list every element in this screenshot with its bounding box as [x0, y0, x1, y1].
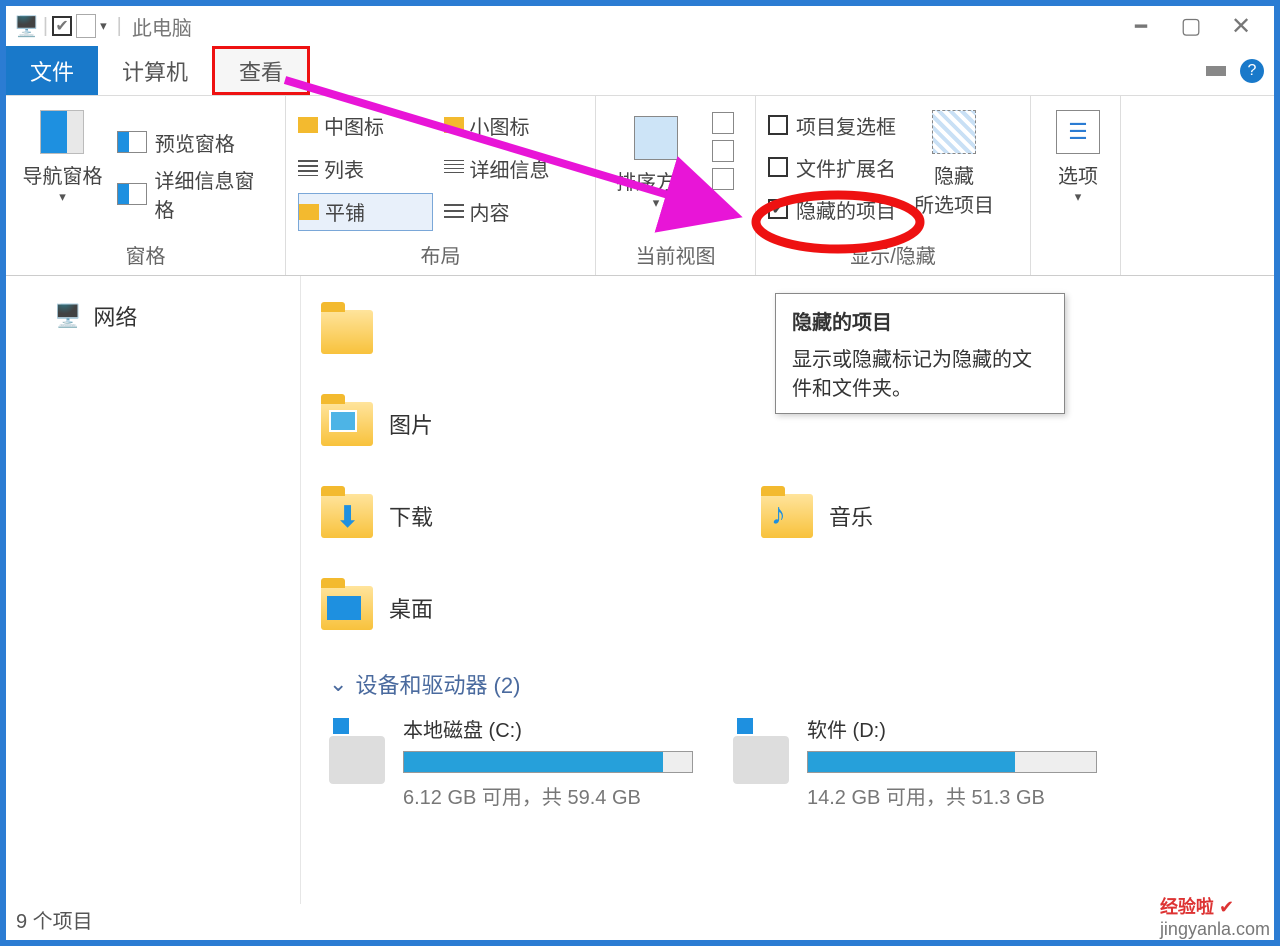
drive-label: 软件 (D:): [807, 714, 1097, 743]
drive-usage-bar: [403, 751, 693, 773]
title-bar: 🖥️ | ✔ ▾ | 此电脑 ━ ▢ ✕: [6, 6, 1274, 46]
drive-free-text: 6.12 GB 可用，共 59.4 GB: [403, 781, 693, 810]
layout-medium-icons[interactable]: 中图标: [298, 106, 433, 144]
list-icon: [298, 160, 318, 176]
small-icons-icon: [444, 117, 464, 133]
layout-tiles[interactable]: 平铺: [298, 193, 433, 231]
details-icon: [444, 160, 464, 176]
hide-selected-button[interactable]: 隐藏 所选项目: [906, 102, 1002, 234]
sort-by-button[interactable]: 排序方式▾: [608, 108, 704, 234]
watermark: 经验啦 ✔ jingyanla.com: [1160, 893, 1270, 940]
currentview-group-label: 当前视图: [608, 234, 743, 275]
folder-desktop[interactable]: 桌面: [321, 562, 761, 654]
tab-view[interactable]: 查看: [212, 46, 310, 95]
group-by-icon[interactable]: [712, 112, 734, 134]
ribbon: 导航窗格▾ 预览窗格 详细信息窗格 窗格 中图标 小图标 列表 详细信息 平铺 …: [6, 96, 1274, 276]
help-icon[interactable]: ?: [1240, 59, 1264, 83]
folder-icon: ♪: [761, 494, 813, 538]
drive-icon: [733, 736, 789, 784]
folder-icon: [321, 586, 373, 630]
folder-pictures[interactable]: 图片: [321, 378, 761, 470]
file-extensions-toggle[interactable]: 文件扩展名: [768, 148, 896, 186]
folder-icon: [321, 310, 373, 354]
ribbon-tabs: 文件 计算机 查看 ?: [6, 46, 1274, 96]
sort-icon: [634, 116, 678, 160]
drive-label: 本地磁盘 (C:): [403, 714, 693, 743]
tooltip-hidden-items: 隐藏的项目 显示或隐藏标记为隐藏的文件和文件夹。: [775, 293, 1065, 414]
hidden-items-toggle[interactable]: ✔隐藏的项目: [768, 190, 896, 228]
drive-icon: [329, 736, 385, 784]
options-icon: ☰: [1056, 110, 1100, 154]
size-columns-icon[interactable]: [712, 168, 734, 190]
window-title: 此电脑: [132, 12, 192, 41]
layout-small-icons[interactable]: 小图标: [444, 106, 579, 144]
details-pane-button[interactable]: 详细信息窗格: [117, 175, 273, 213]
drive-free-text: 14.2 GB 可用，共 51.3 GB: [807, 781, 1097, 810]
minimize-button[interactable]: ━: [1116, 6, 1166, 46]
folder-icon: ⬇: [321, 494, 373, 538]
item-checkboxes-toggle[interactable]: 项目复选框: [768, 106, 896, 144]
folder-downloads[interactable]: ⬇下载: [321, 470, 761, 562]
layout-group-label: 布局: [298, 234, 583, 275]
checkbox-icon: [768, 157, 788, 177]
hide-icon: [932, 110, 976, 154]
checkbox-checked-icon: ✔: [768, 199, 788, 219]
navigation-pane-icon: [40, 110, 84, 154]
pc-icon: 🖥️: [14, 14, 39, 39]
tab-file[interactable]: 文件: [6, 46, 98, 95]
medium-icons-icon: [298, 117, 318, 133]
tiles-icon: [299, 204, 319, 220]
folder-music[interactable]: ♪音乐: [761, 470, 1201, 562]
content-icon: [444, 204, 464, 220]
devices-section-header[interactable]: ⌄ 设备和驱动器 (2): [329, 668, 1254, 700]
network-icon: 🖥️: [54, 303, 81, 329]
folder-item[interactable]: [321, 286, 761, 378]
options-button[interactable]: ☰ 选项▾: [1043, 102, 1113, 205]
layout-list[interactable]: 列表: [298, 149, 433, 187]
preview-pane-button[interactable]: 预览窗格: [117, 123, 273, 161]
details-pane-icon: [117, 183, 147, 205]
drive-d[interactable]: 软件 (D:) 14.2 GB 可用，共 51.3 GB: [733, 714, 1097, 810]
preview-pane-icon: [117, 131, 147, 153]
sidebar-item-network[interactable]: 🖥️ 网络: [6, 294, 300, 338]
qat-dropdown-icon[interactable]: ▾: [100, 18, 107, 34]
maximize-button[interactable]: ▢: [1166, 6, 1216, 46]
tooltip-title: 隐藏的项目: [792, 306, 1048, 335]
navigation-sidebar: 🖥️ 网络: [6, 276, 301, 904]
tab-computer[interactable]: 计算机: [98, 46, 212, 95]
folder-icon: [321, 402, 373, 446]
panes-group-label: 窗格: [18, 234, 273, 275]
showhide-group-label: 显示/隐藏: [768, 234, 1018, 275]
close-button[interactable]: ✕: [1216, 6, 1266, 46]
drive-c[interactable]: 本地磁盘 (C:) 6.12 GB 可用，共 59.4 GB: [329, 714, 693, 810]
chevron-down-icon: ⌄: [329, 671, 347, 697]
layout-details[interactable]: 详细信息: [444, 149, 579, 187]
qat-checkbox-icon[interactable]: ✔: [52, 16, 72, 36]
status-bar: 9 个项目: [16, 905, 93, 934]
checkbox-icon: [768, 115, 788, 135]
file-icon: [76, 14, 96, 38]
navigation-pane-button[interactable]: 导航窗格▾: [18, 102, 107, 234]
minimize-ribbon-icon[interactable]: [1206, 66, 1226, 76]
layout-content[interactable]: 内容: [444, 193, 579, 231]
add-column-icon[interactable]: [712, 140, 734, 162]
tooltip-body: 显示或隐藏标记为隐藏的文件和文件夹。: [792, 343, 1048, 401]
drive-usage-bar: [807, 751, 1097, 773]
